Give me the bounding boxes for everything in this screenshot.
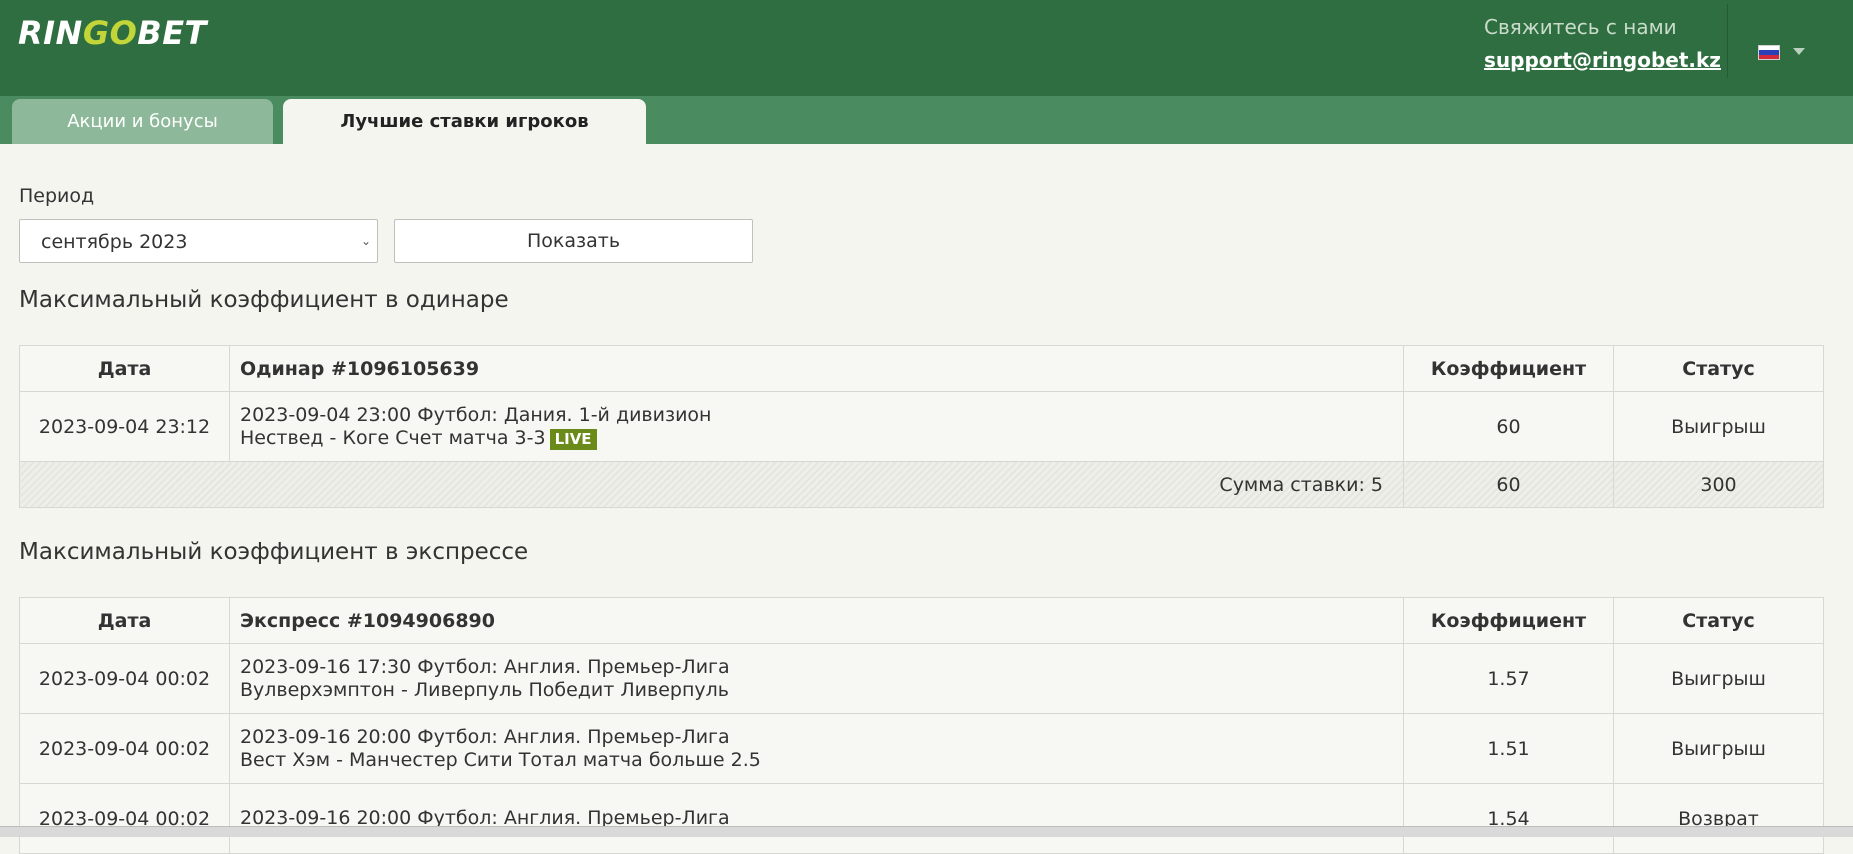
event-line-2: Нествед - Коге Счет матча 3-3 LIVE bbox=[240, 427, 1393, 450]
logo-text-bet: BET bbox=[137, 14, 207, 52]
table-row: 2023-09-04 00:02 2023-09-16 17:30 Футбол… bbox=[19, 643, 1824, 714]
summary-row: Сумма ставки: 5 60 300 bbox=[19, 461, 1824, 508]
bet-event: 2023-09-16 20:00 Футбол: Англия. Премьер… bbox=[229, 783, 1404, 854]
header-divider bbox=[1727, 4, 1728, 78]
event-outcome: Нествед - Коге Счет матча 3-3 bbox=[240, 426, 546, 449]
column-header-coefficient: Коэффициент bbox=[1403, 597, 1614, 644]
ringobet-logo[interactable]: RINGOBET bbox=[18, 14, 207, 52]
express-bets-table: Дата Экспресс #1094906890 Коэффициент Ст… bbox=[19, 597, 1824, 854]
express-section-title: Максимальный коэффициент в экспрессе bbox=[19, 539, 529, 565]
russia-flag-icon[interactable] bbox=[1758, 45, 1780, 60]
table-header-row: Дата Экспресс #1094906890 Коэффициент Ст… bbox=[19, 597, 1824, 644]
table-header-row: Дата Одинар #1096105639 Коэффициент Стат… bbox=[19, 345, 1824, 392]
bet-status: Выигрыш bbox=[1613, 713, 1824, 784]
table-row: 2023-09-04 00:02 2023-09-16 20:00 Футбол… bbox=[19, 713, 1824, 784]
bet-event: 2023-09-04 23:00 Футбол: Дания. 1-й диви… bbox=[229, 391, 1404, 462]
single-bets-table: Дата Одинар #1096105639 Коэффициент Стат… bbox=[19, 345, 1824, 508]
event-line-2: Вест Хэм - Манчестер Сити Тотал матча бо… bbox=[240, 748, 761, 771]
column-header-coefficient: Коэффициент bbox=[1403, 345, 1614, 392]
table-row: 2023-09-04 23:12 2023-09-04 23:00 Футбол… bbox=[19, 391, 1824, 462]
column-header-bet: Одинар #1096105639 bbox=[229, 345, 1404, 392]
bet-event: 2023-09-16 20:00 Футбол: Англия. Премьер… bbox=[229, 713, 1404, 784]
bet-coefficient: 1.54 bbox=[1403, 783, 1614, 854]
period-label: Период bbox=[19, 185, 95, 207]
chevron-down-icon: ⌄ bbox=[360, 234, 371, 248]
column-header-status: Статус bbox=[1613, 597, 1824, 644]
chevron-down-icon[interactable] bbox=[1793, 48, 1805, 55]
event-line-1: 2023-09-16 20:00 Футбол: Англия. Премьер… bbox=[240, 725, 730, 748]
event-line-1: 2023-09-04 23:00 Футбол: Дания. 1-й диви… bbox=[240, 403, 712, 426]
period-select-value: сентябрь 2023 bbox=[41, 231, 188, 253]
tab-best-bets[interactable]: Лучшие ставки игроков bbox=[283, 99, 646, 144]
bet-date: 2023-09-04 00:02 bbox=[19, 643, 230, 714]
event-line-2: Вулверхэмптон - Ливерпуль Победит Ливерп… bbox=[240, 678, 729, 701]
bet-date: 2023-09-04 00:02 bbox=[19, 713, 230, 784]
column-header-date: Дата bbox=[19, 597, 230, 644]
bet-date: 2023-09-04 23:12 bbox=[19, 391, 230, 462]
logo-text-go: GO bbox=[82, 14, 138, 52]
site-header: RINGOBET Свяжитесь с нами support@ringob… bbox=[0, 0, 1853, 96]
tab-promotions[interactable]: Акции и бонусы bbox=[12, 99, 273, 144]
event-line-1: 2023-09-16 17:30 Футбол: Англия. Премьер… bbox=[240, 655, 730, 678]
contact-title: Свяжитесь с нами bbox=[1484, 15, 1677, 39]
obscured-bottom-strip bbox=[0, 826, 1853, 837]
logo-text-rin: RIN bbox=[18, 14, 83, 52]
column-header-bet: Экспресс #1094906890 bbox=[229, 597, 1404, 644]
show-button[interactable]: Показать bbox=[394, 219, 753, 263]
bet-status: Выигрыш bbox=[1613, 643, 1824, 714]
stake-amount: Сумма ставки: 5 bbox=[19, 461, 1404, 508]
column-header-date: Дата bbox=[19, 345, 230, 392]
bet-status: Выигрыш bbox=[1613, 391, 1824, 462]
bet-coefficient: 1.51 bbox=[1403, 713, 1614, 784]
live-badge: LIVE bbox=[549, 428, 597, 450]
bet-coefficient: 1.57 bbox=[1403, 643, 1614, 714]
summary-coefficient: 60 bbox=[1403, 461, 1614, 508]
summary-payout: 300 bbox=[1613, 461, 1824, 508]
bet-status: Возврат bbox=[1613, 783, 1824, 854]
single-section-title: Максимальный коэффициент в одинаре bbox=[19, 287, 509, 313]
bet-event: 2023-09-16 17:30 Футбол: Англия. Премьер… bbox=[229, 643, 1404, 714]
table-row: 2023-09-04 00:02 2023-09-16 20:00 Футбол… bbox=[19, 783, 1824, 854]
bet-coefficient: 60 bbox=[1403, 391, 1614, 462]
column-header-status: Статус bbox=[1613, 345, 1824, 392]
tab-bar bbox=[0, 96, 1853, 144]
support-email-link[interactable]: support@ringobet.kz bbox=[1484, 48, 1721, 72]
bet-date: 2023-09-04 00:02 bbox=[19, 783, 230, 854]
period-select[interactable]: сентябрь 2023 ⌄ bbox=[19, 219, 378, 263]
